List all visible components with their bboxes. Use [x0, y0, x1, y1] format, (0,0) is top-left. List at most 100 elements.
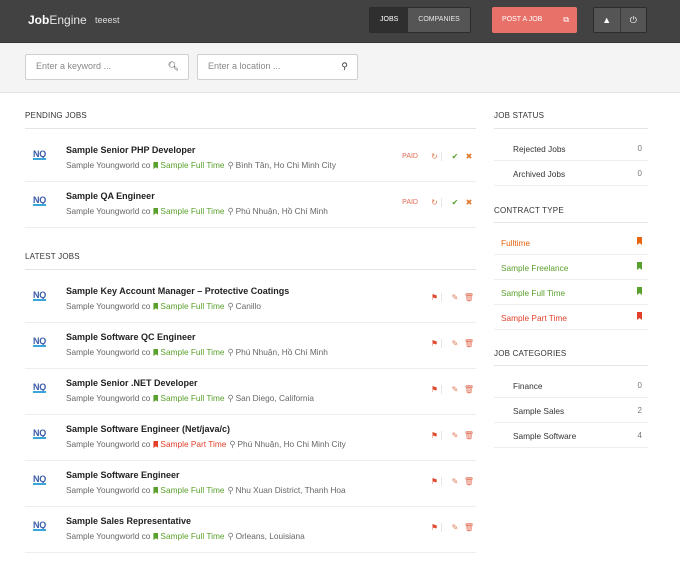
trash-icon[interactable]: 🗑︎ [462, 293, 476, 302]
trash-icon[interactable]: 🗑︎ [462, 385, 476, 394]
contract-type-link[interactable]: Sample Full Time [160, 160, 224, 170]
job-row[interactable]: NQ Sample Key Account Manager – Protectiv… [25, 277, 476, 323]
company-logo[interactable]: NQ [33, 149, 46, 160]
company-logo[interactable]: NQ [33, 290, 46, 301]
reject-icon[interactable]: ✖ [462, 198, 476, 207]
trash-icon[interactable]: 🗑︎ [462, 523, 476, 532]
contract-type-link[interactable]: Sample Full Time [160, 301, 224, 311]
flag-icon[interactable]: ⚑ [428, 339, 442, 348]
post-job-button[interactable]: POST A JOB ⧉ [492, 7, 577, 33]
job-row[interactable]: NQ Sample Software Engineer (Net/java/c) S… [25, 415, 476, 461]
contract-type-link[interactable]: Sample Full Time [160, 485, 224, 495]
job-row[interactable]: NQ Sample Software Engineer Sample Youngwo… [25, 461, 476, 507]
job-title-link[interactable]: Sample QA Engineer [66, 191, 155, 201]
sidebar-item[interactable]: Sample Freelance [494, 255, 648, 280]
latest-jobs-heading: LATEST JOBS [25, 252, 80, 261]
company-logo[interactable]: NQ [33, 520, 46, 531]
job-meta: Sample Youngworld co Sample Part Time ⚲ Phú… [66, 439, 346, 449]
contract-type-link[interactable]: Sample Full Time [160, 393, 224, 403]
job-actions: PAID ↻ ✔ ✖ [402, 198, 476, 207]
job-row[interactable]: NQ Sample Sales Representative Sample Youn… [25, 507, 476, 553]
edit-icon[interactable]: ✎ [448, 385, 462, 394]
company-logo[interactable]: NQ [33, 195, 46, 206]
company-logo[interactable]: NQ [33, 336, 46, 347]
company-name-link[interactable]: Sample Youngworld co [66, 439, 150, 449]
refresh-icon[interactable]: ↻ [428, 198, 442, 207]
company-logo[interactable]: NQ [33, 474, 46, 485]
keyword-search-field[interactable]: 🔍︎ [25, 54, 189, 80]
company-logo[interactable]: NQ [33, 382, 46, 393]
location-search-field[interactable]: ⚲ [197, 54, 358, 80]
user-icon[interactable]: ▲ [594, 8, 620, 32]
company-name-link[interactable]: Sample Youngworld co [66, 160, 150, 170]
edit-icon[interactable]: ✎ [448, 293, 462, 302]
brand-logo[interactable]: JobEngine [28, 13, 87, 27]
company-name-link[interactable]: Sample Youngworld co [66, 206, 150, 216]
approve-icon[interactable]: ✔ [448, 152, 462, 161]
bookmark-icon [153, 395, 159, 402]
bookmark-icon [637, 262, 642, 270]
sidebar-item[interactable]: Sample Sales 2 [494, 398, 648, 423]
sidebar-item[interactable]: Sample Software 4 [494, 423, 648, 448]
flag-icon[interactable]: ⚑ [428, 523, 442, 532]
sidebar-item[interactable]: Rejected Jobs 0 [494, 136, 648, 161]
sidebar-item[interactable]: Fulltime [494, 230, 648, 255]
company-name-link[interactable]: Sample Youngworld co [66, 347, 150, 357]
nav-companies-button[interactable]: COMPANIES [408, 8, 470, 32]
job-title-link[interactable]: Sample Key Account Manager – Protective … [66, 286, 289, 296]
trash-icon[interactable]: 🗑︎ [462, 339, 476, 348]
sidebar-item[interactable]: Finance 0 [494, 373, 648, 398]
power-icon[interactable]: ⏻ [619, 8, 647, 32]
company-name-link[interactable]: Sample Youngworld co [66, 531, 150, 541]
sidebar-item[interactable]: Sample Part Time [494, 305, 648, 330]
refresh-icon[interactable]: ↻ [428, 152, 442, 161]
contract-type-link[interactable]: Sample Part Time [160, 439, 226, 449]
sidebar-item-count: 0 [637, 381, 642, 390]
job-row[interactable]: NQ Sample Senior PHP Developer Sample Youn… [25, 136, 476, 182]
search-bar: 🔍︎ ⚲ [0, 43, 680, 93]
edit-icon[interactable]: ✎ [448, 339, 462, 348]
trash-icon[interactable]: 🗑︎ [462, 431, 476, 440]
username-label[interactable]: teeest [95, 15, 120, 25]
divider [25, 269, 476, 270]
job-title-link[interactable]: Sample Software Engineer (Net/java/c) [66, 424, 230, 434]
company-name-link[interactable]: Sample Youngworld co [66, 301, 150, 311]
sidebar-item-count: 0 [637, 169, 642, 178]
sidebar-item-count: 2 [637, 406, 642, 415]
flag-icon[interactable]: ⚑ [428, 477, 442, 486]
job-row[interactable]: NQ Sample Software QC Engineer Sample Youn… [25, 323, 476, 369]
contract-type-link[interactable]: Sample Full Time [160, 531, 224, 541]
approve-icon[interactable]: ✔ [448, 198, 462, 207]
job-title-link[interactable]: Sample Software Engineer [66, 470, 180, 480]
edit-icon[interactable]: ✎ [448, 431, 462, 440]
job-location: Nhu Xuan District, Thanh Hoa [235, 485, 346, 495]
contract-type-link[interactable]: Sample Full Time [160, 347, 224, 357]
sidebar-item[interactable]: Archived Jobs 0 [494, 161, 648, 186]
trash-icon[interactable]: 🗑︎ [462, 477, 476, 486]
search-icon[interactable]: 🔍︎ [168, 61, 179, 72]
sidebar-item-label: Archived Jobs [513, 169, 566, 179]
job-title-link[interactable]: Sample Senior PHP Developer [66, 145, 195, 155]
job-title-link[interactable]: Sample Software QC Engineer [66, 332, 196, 342]
company-logo[interactable]: NQ [33, 428, 46, 439]
divider [25, 128, 476, 129]
job-row[interactable]: NQ Sample Senior .NET Developer Sample You… [25, 369, 476, 415]
edit-icon[interactable]: ✎ [448, 477, 462, 486]
flag-icon[interactable]: ⚑ [428, 385, 442, 394]
company-name-link[interactable]: Sample Youngworld co [66, 393, 150, 403]
job-title-link[interactable]: Sample Senior .NET Developer [66, 378, 198, 388]
flag-icon[interactable]: ⚑ [428, 431, 442, 440]
location-pin-icon: ⚲ [227, 347, 234, 357]
job-row[interactable]: NQ Sample QA Engineer Sample Youngworld co… [25, 182, 476, 228]
edit-icon[interactable]: ✎ [448, 523, 462, 532]
location-input[interactable] [208, 61, 328, 71]
job-title-link[interactable]: Sample Sales Representative [66, 516, 191, 526]
contract-type-link[interactable]: Sample Full Time [160, 206, 224, 216]
job-actions: ⚑ ✎ 🗑︎ [428, 385, 476, 394]
reject-icon[interactable]: ✖ [462, 152, 476, 161]
flag-icon[interactable]: ⚑ [428, 293, 442, 302]
nav-jobs-button[interactable]: JOBS [370, 8, 409, 32]
company-name-link[interactable]: Sample Youngworld co [66, 485, 150, 495]
keyword-input[interactable] [36, 61, 156, 71]
sidebar-item[interactable]: Sample Full Time [494, 280, 648, 305]
